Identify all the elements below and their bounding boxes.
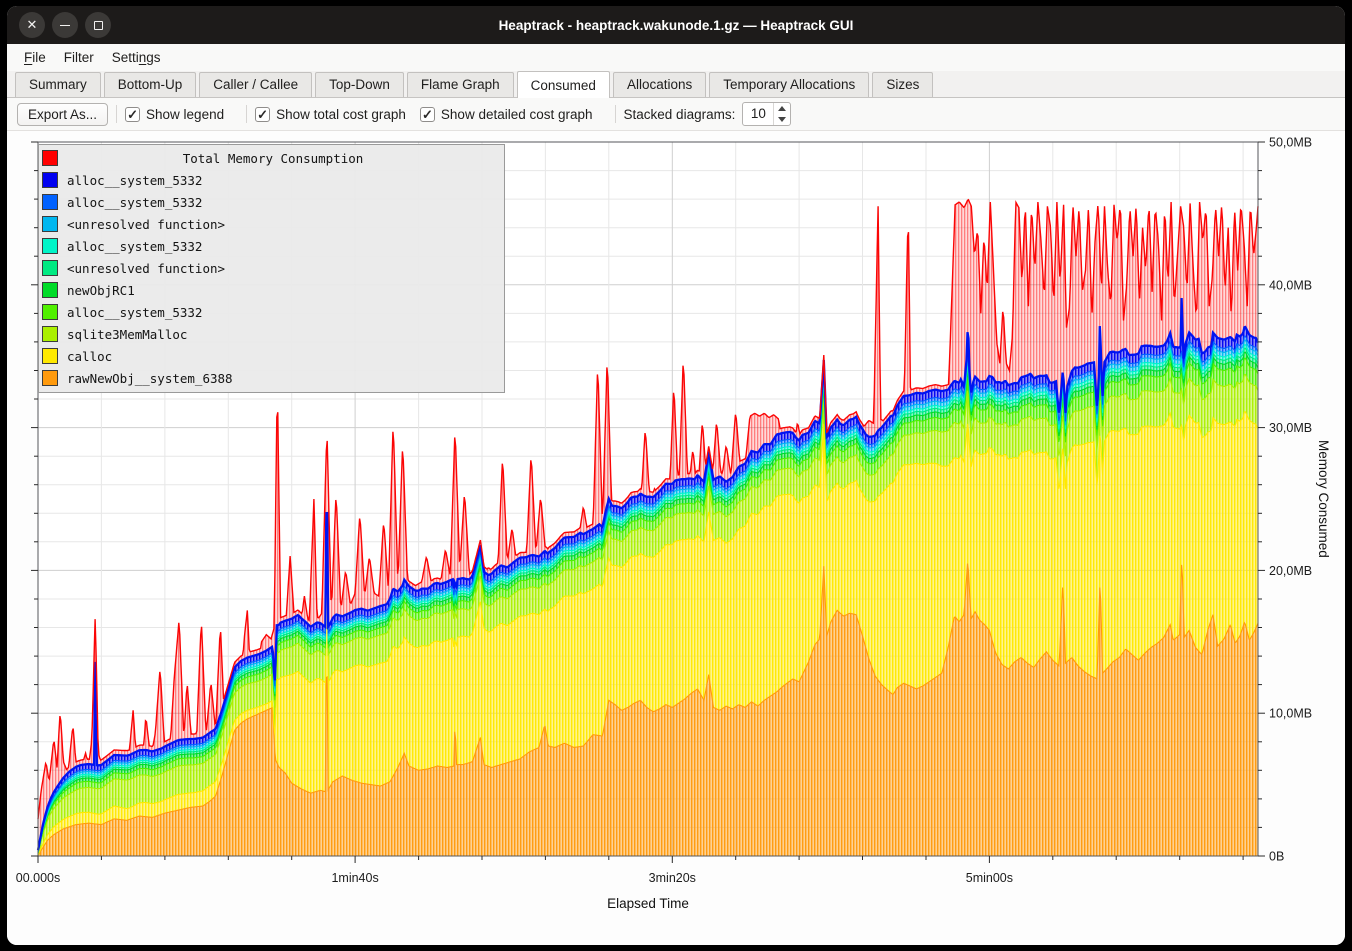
legend-item-label: rawNewObj__system_6388: [67, 371, 233, 386]
chart-legend: Total Memory Consumption alloc__system_53…: [38, 144, 505, 393]
toolbar-separator: [615, 105, 616, 123]
legend-swatch-icon: [42, 304, 58, 320]
menu-settings[interactable]: Settings: [103, 47, 170, 68]
show-detailed-cost-checkbox[interactable]: ✓ Show detailed cost graph: [420, 107, 593, 122]
legend-item: alloc__system_5332: [39, 169, 504, 191]
app-window: ✕ Heaptrack - heaptrack.wakunode.1.gz — …: [7, 6, 1345, 945]
export-as-button[interactable]: Export As...: [17, 103, 108, 126]
maximize-icon: [94, 21, 103, 30]
spinner-up-button[interactable]: [774, 103, 790, 114]
legend-swatch-icon: [42, 326, 58, 342]
stacked-diagrams-spinner[interactable]: 10: [742, 102, 791, 126]
chevron-down-icon: [778, 117, 786, 122]
x-axis-title: Elapsed Time: [38, 896, 1258, 911]
checkbox-check-icon: ✓: [255, 107, 270, 122]
close-button[interactable]: ✕: [19, 12, 45, 38]
legend-item: alloc__system_5332: [39, 235, 504, 257]
legend-swatch-icon: [42, 370, 58, 386]
menu-file[interactable]: File: [15, 47, 55, 68]
legend-item-label: alloc__system_5332: [67, 173, 202, 188]
spinner-arrows: [773, 103, 790, 125]
legend-swatch-icon: [42, 238, 58, 254]
svg-text:00.000s: 00.000s: [16, 871, 60, 885]
svg-text:40,0MB: 40,0MB: [1269, 278, 1312, 292]
tab-sizes[interactable]: Sizes: [872, 72, 933, 97]
spinner-down-button[interactable]: [774, 114, 790, 125]
spinner-value[interactable]: 10: [743, 103, 773, 125]
chevron-up-icon: [778, 106, 786, 111]
legend-swatch-icon: [42, 260, 58, 276]
legend-swatch-icon: [42, 150, 58, 166]
legend-title: Total Memory Consumption: [67, 151, 479, 166]
svg-text:30,0MB: 30,0MB: [1269, 421, 1312, 435]
legend-item: alloc__system_5332: [39, 301, 504, 323]
tab-top-down[interactable]: Top-Down: [315, 72, 404, 97]
legend-item-label: newObjRC1: [67, 283, 135, 298]
maximize-button[interactable]: [85, 12, 111, 38]
legend-swatch-icon: [42, 282, 58, 298]
legend-swatch-icon: [42, 172, 58, 188]
tab-temporary-allocations[interactable]: Temporary Allocations: [709, 72, 869, 97]
tab-caller-callee[interactable]: Caller / Callee: [199, 72, 312, 97]
checkbox-label: Show detailed cost graph: [441, 107, 593, 122]
toolbar: Export As... ✓ Show legend ✓ Show total …: [7, 98, 1345, 131]
legend-swatch-icon: [42, 194, 58, 210]
tab-bottom-up[interactable]: Bottom-Up: [104, 72, 197, 97]
legend-swatch-icon: [42, 216, 58, 232]
legend-item-label: sqlite3MemMalloc: [67, 327, 187, 342]
legend-item-label: calloc: [67, 349, 112, 364]
svg-text:0B: 0B: [1269, 850, 1284, 864]
legend-item: <unresolved function>: [39, 213, 504, 235]
legend-item: calloc: [39, 345, 504, 367]
legend-item-label: alloc__system_5332: [67, 239, 202, 254]
show-legend-checkbox[interactable]: ✓ Show legend: [125, 107, 224, 122]
checkbox-label: Show legend: [146, 107, 224, 122]
legend-item-label: <unresolved function>: [67, 217, 225, 232]
legend-swatch-icon: [42, 348, 58, 364]
tab-flame-graph[interactable]: Flame Graph: [407, 72, 514, 97]
stacked-diagrams-label: Stacked diagrams:: [624, 107, 736, 122]
svg-text:5min00s: 5min00s: [966, 871, 1013, 885]
menu-filter[interactable]: Filter: [55, 47, 103, 68]
show-total-cost-checkbox[interactable]: ✓ Show total cost graph: [255, 107, 406, 122]
svg-text:50,0MB: 50,0MB: [1269, 136, 1312, 150]
toolbar-separator: [246, 105, 247, 123]
tab-summary[interactable]: Summary: [15, 72, 101, 97]
legend-item: newObjRC1: [39, 279, 504, 301]
legend-item: alloc__system_5332: [39, 191, 504, 213]
titlebar: ✕ Heaptrack - heaptrack.wakunode.1.gz — …: [7, 6, 1345, 44]
minimize-icon: [60, 25, 70, 27]
checkbox-check-icon: ✓: [125, 107, 140, 122]
y-axis-title: Memory Consumed: [1316, 142, 1331, 856]
legend-title-row: Total Memory Consumption: [39, 147, 504, 169]
svg-text:10,0MB: 10,0MB: [1269, 707, 1312, 721]
svg-text:3min20s: 3min20s: [649, 871, 696, 885]
tabbar: Summary Bottom-Up Caller / Callee Top-Do…: [7, 71, 1345, 98]
toolbar-separator: [116, 105, 117, 123]
legend-item-label: alloc__system_5332: [67, 195, 202, 210]
svg-text:1min40s: 1min40s: [331, 871, 378, 885]
window-title: Heaptrack - heaptrack.wakunode.1.gz — He…: [7, 18, 1345, 33]
minimize-button[interactable]: [52, 12, 78, 38]
close-icon: ✕: [27, 17, 38, 33]
legend-item: <unresolved function>: [39, 257, 504, 279]
legend-item-label: alloc__system_5332: [67, 305, 202, 320]
legend-item: rawNewObj__system_6388: [39, 367, 504, 389]
checkbox-check-icon: ✓: [420, 107, 435, 122]
svg-text:20,0MB: 20,0MB: [1269, 564, 1312, 578]
menubar: FileFilterSettings: [7, 44, 1345, 71]
checkbox-label: Show total cost graph: [276, 107, 406, 122]
legend-item: sqlite3MemMalloc: [39, 323, 504, 345]
tab-allocations[interactable]: Allocations: [613, 72, 706, 97]
tab-consumed[interactable]: Consumed: [517, 71, 610, 98]
legend-item-label: <unresolved function>: [67, 261, 225, 276]
consumed-chart-region: 0B 10,0MB 20,0MB 30,0MB 40,0MB 50,0MB 00.000s 1…: [7, 131, 1345, 945]
